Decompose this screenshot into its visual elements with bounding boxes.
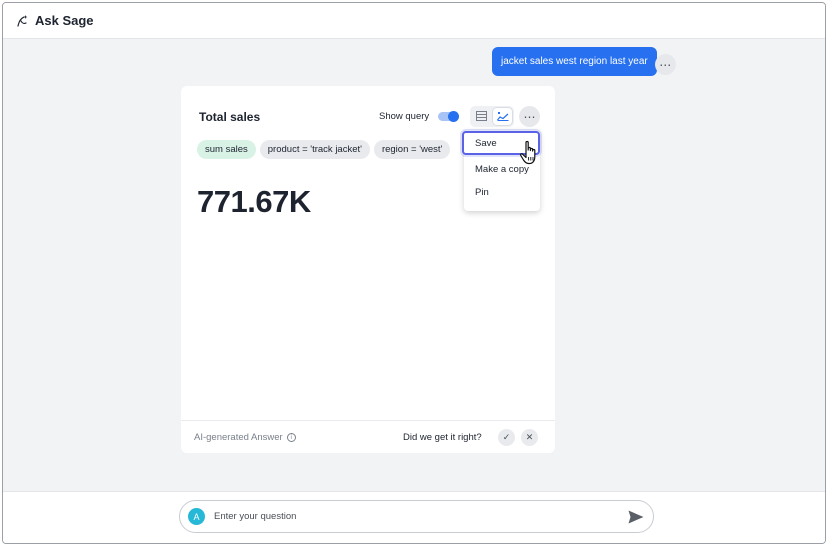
user-message-bubble: jacket sales west region last year (492, 47, 657, 76)
send-icon[interactable] (628, 510, 644, 524)
answer-more-button[interactable]: ⋯ (519, 106, 540, 127)
feedback-no-button[interactable]: ✕ (521, 429, 538, 446)
app-title: Ask Sage (35, 13, 94, 28)
visualization-switcher (470, 106, 514, 127)
message-more-button[interactable]: ⋯ (655, 54, 676, 75)
menu-item-pin[interactable]: Pin (475, 187, 489, 198)
filter-chip[interactable]: product = 'track jacket' (259, 140, 370, 159)
info-icon[interactable]: i (286, 433, 296, 442)
measure-chip[interactable]: sum sales (197, 140, 256, 159)
chart-icon (496, 108, 509, 126)
sage-sparkle-icon (15, 14, 29, 28)
question-box: A (179, 500, 654, 533)
filter-chip[interactable]: region = 'west' (373, 140, 451, 159)
hand-pointer-icon (519, 140, 541, 166)
show-query-toggle[interactable] (438, 111, 459, 122)
question-input[interactable] (214, 511, 594, 522)
avatar: A (188, 508, 205, 525)
answer-footer: AI-generated Answer i Did we get it righ… (181, 420, 555, 453)
kpi-value: 771.67K (197, 184, 311, 219)
toggle-knob (448, 111, 459, 122)
feedback-question: Did we get it right? (403, 432, 482, 443)
chart-view-button[interactable] (493, 108, 512, 125)
feedback-yes-button[interactable]: ✓ (498, 429, 515, 446)
query-chips: sum sales product = 'track jacket' regio… (197, 140, 451, 159)
question-bar: A (3, 491, 825, 543)
table-icon (476, 108, 487, 126)
top-bar: Ask Sage (3, 3, 825, 39)
table-view-button[interactable] (472, 108, 491, 125)
show-query-label: Show query (379, 111, 430, 122)
ai-generated-label: AI-generated Answer i (194, 432, 296, 443)
app-window: Ask Sage jacket sales west region last y… (2, 2, 826, 544)
ai-generated-text: AI-generated Answer (194, 432, 283, 443)
answer-title: Total sales (199, 110, 261, 124)
